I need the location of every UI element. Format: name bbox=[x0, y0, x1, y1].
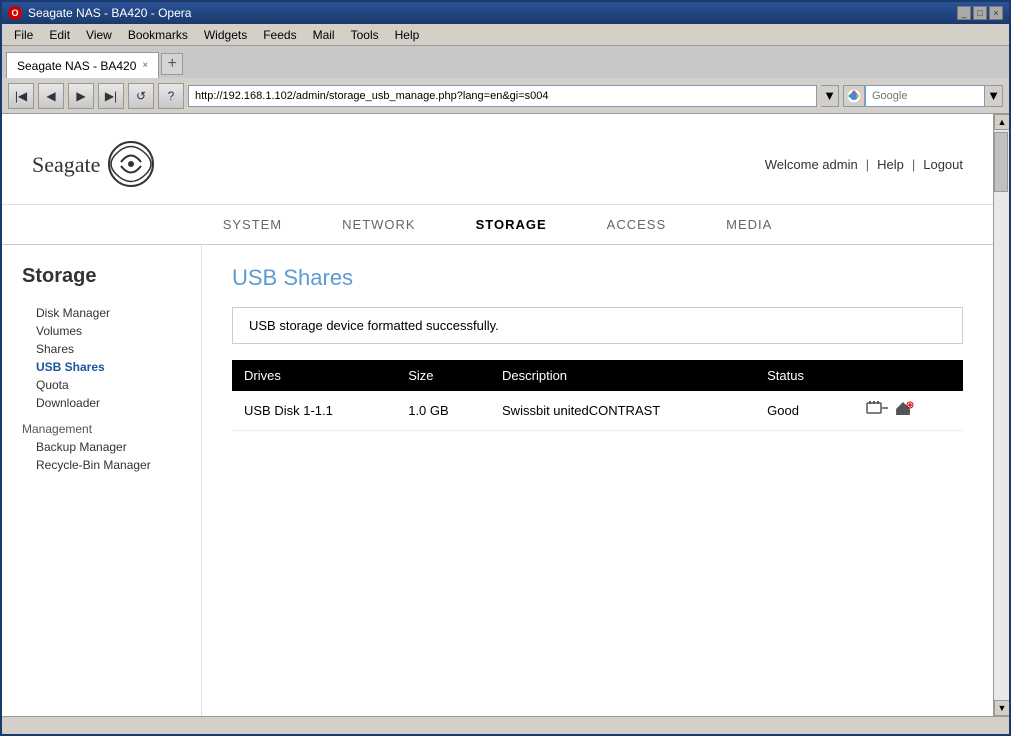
sidebar-item-usb-shares[interactable]: USB Shares bbox=[22, 358, 181, 376]
col-description: Description bbox=[490, 360, 755, 391]
nav-network[interactable]: NETWORK bbox=[342, 217, 415, 232]
eject-icon-svg bbox=[892, 399, 914, 417]
back-to-start-button[interactable]: |◀ bbox=[8, 83, 34, 109]
cell-status: Good bbox=[755, 391, 844, 431]
menu-tools[interactable]: Tools bbox=[343, 26, 387, 44]
address-dropdown[interactable]: ▼ bbox=[821, 85, 839, 107]
cell-size: 1.0 GB bbox=[396, 391, 490, 431]
nav-storage[interactable]: STORAGE bbox=[476, 217, 547, 232]
scroll-down-button[interactable]: ▼ bbox=[994, 700, 1009, 716]
home-button[interactable]: ? bbox=[158, 83, 184, 109]
tab-close-button[interactable]: × bbox=[142, 60, 148, 71]
scroll-thumb[interactable] bbox=[994, 132, 1008, 192]
seagate-circle-icon bbox=[106, 134, 156, 194]
scroll-track[interactable] bbox=[994, 130, 1009, 700]
seagate-logo: Seagate bbox=[32, 134, 156, 194]
menu-bookmarks[interactable]: Bookmarks bbox=[120, 26, 196, 44]
svg-text:Seagate: Seagate bbox=[32, 152, 100, 177]
col-size: Size bbox=[396, 360, 490, 391]
success-message: USB storage device formatted successfull… bbox=[232, 307, 963, 344]
cell-drive: USB Disk 1-1.1 bbox=[232, 391, 396, 431]
menu-bar: File Edit View Bookmarks Widgets Feeds M… bbox=[2, 24, 1009, 46]
cell-actions bbox=[844, 391, 963, 431]
tab-bar: Seagate NAS - BA420 × + bbox=[2, 46, 1009, 78]
menu-widgets[interactable]: Widgets bbox=[196, 26, 255, 44]
search-dropdown[interactable]: ▼ bbox=[985, 85, 1003, 107]
address-bar[interactable] bbox=[188, 85, 817, 107]
drives-table: Drives Size Description Status USB Disk … bbox=[232, 360, 963, 431]
header-links: Welcome admin | Help | Logout bbox=[765, 157, 963, 172]
col-actions bbox=[844, 360, 963, 391]
menu-help[interactable]: Help bbox=[387, 26, 428, 44]
sep2: | bbox=[904, 157, 923, 172]
col-drives: Drives bbox=[232, 360, 396, 391]
main-content: Seagate Welcome admin | Help bbox=[2, 114, 993, 716]
page-title: USB Shares bbox=[232, 265, 963, 291]
nav-menu: SYSTEM NETWORK STORAGE ACCESS MEDIA bbox=[2, 205, 993, 245]
close-button[interactable]: × bbox=[989, 6, 1003, 20]
col-status: Status bbox=[755, 360, 844, 391]
menu-file[interactable]: File bbox=[6, 26, 41, 44]
sidebar-section-storage: Disk Manager Volumes Shares USB Shares Q… bbox=[22, 304, 181, 412]
help-link[interactable]: Help bbox=[877, 157, 904, 172]
reload-button[interactable]: ↺ bbox=[128, 83, 154, 109]
cell-description: Swissbit unitedCONTRAST bbox=[490, 391, 755, 431]
main-area: USB Shares USB storage device formatted … bbox=[202, 245, 993, 716]
menu-view[interactable]: View bbox=[78, 26, 120, 44]
format-icon-svg bbox=[866, 399, 888, 417]
format-icon[interactable] bbox=[866, 399, 888, 422]
minimize-button[interactable]: _ bbox=[957, 6, 971, 20]
table-row: USB Disk 1-1.1 1.0 GB Swissbit unitedCON… bbox=[232, 391, 963, 431]
maximize-button[interactable]: □ bbox=[973, 6, 987, 20]
seagate-logo-svg: Seagate bbox=[32, 134, 102, 194]
nav-bar: |◀ ◀ ▶ ▶| ↺ ? ▼ ▼ bbox=[2, 78, 1009, 114]
welcome-text: Welcome admin bbox=[765, 157, 858, 172]
sidebar-item-backup-manager[interactable]: Backup Manager bbox=[22, 438, 181, 456]
sep1: | bbox=[858, 157, 877, 172]
tab-label: Seagate NAS - BA420 bbox=[17, 59, 136, 73]
fast-forward-button[interactable]: ▶| bbox=[98, 83, 124, 109]
page-header: Seagate Welcome admin | Help bbox=[2, 114, 993, 205]
tab-seagate[interactable]: Seagate NAS - BA420 × bbox=[6, 52, 159, 78]
sidebar-item-downloader[interactable]: Downloader bbox=[22, 394, 181, 412]
menu-edit[interactable]: Edit bbox=[41, 26, 78, 44]
sidebar-item-disk-manager[interactable]: Disk Manager bbox=[22, 304, 181, 322]
sidebar-management-title: Management bbox=[22, 422, 181, 436]
logout-link[interactable]: Logout bbox=[923, 157, 963, 172]
window-title: Seagate NAS - BA420 - Opera bbox=[28, 6, 191, 20]
new-tab-button[interactable]: + bbox=[161, 53, 183, 75]
sidebar-item-recycle-bin[interactable]: Recycle-Bin Manager bbox=[22, 456, 181, 474]
search-input[interactable] bbox=[865, 85, 985, 107]
search-engine-icon bbox=[843, 85, 865, 107]
sidebar-management: Management Backup Manager Recycle-Bin Ma… bbox=[22, 422, 181, 474]
title-bar: O Seagate NAS - BA420 - Opera _ □ × bbox=[2, 2, 1009, 24]
back-button[interactable]: ◀ bbox=[38, 83, 64, 109]
sidebar-item-quota[interactable]: Quota bbox=[22, 376, 181, 394]
menu-feeds[interactable]: Feeds bbox=[255, 26, 304, 44]
forward-button[interactable]: ▶ bbox=[68, 83, 94, 109]
sidebar-title: Storage bbox=[22, 265, 181, 288]
scrollbar[interactable]: ▲ ▼ bbox=[993, 114, 1009, 716]
status-bar bbox=[2, 716, 1009, 734]
nav-access[interactable]: ACCESS bbox=[607, 217, 666, 232]
nav-media[interactable]: MEDIA bbox=[726, 217, 772, 232]
eject-icon[interactable] bbox=[892, 399, 914, 422]
menu-mail[interactable]: Mail bbox=[305, 26, 343, 44]
sidebar-item-volumes[interactable]: Volumes bbox=[22, 322, 181, 340]
sidebar: Storage Disk Manager Volumes Shares USB … bbox=[2, 245, 202, 716]
sidebar-item-shares[interactable]: Shares bbox=[22, 340, 181, 358]
nav-system[interactable]: SYSTEM bbox=[223, 217, 282, 232]
scroll-up-button[interactable]: ▲ bbox=[994, 114, 1009, 130]
browser-icon: O bbox=[8, 6, 22, 20]
